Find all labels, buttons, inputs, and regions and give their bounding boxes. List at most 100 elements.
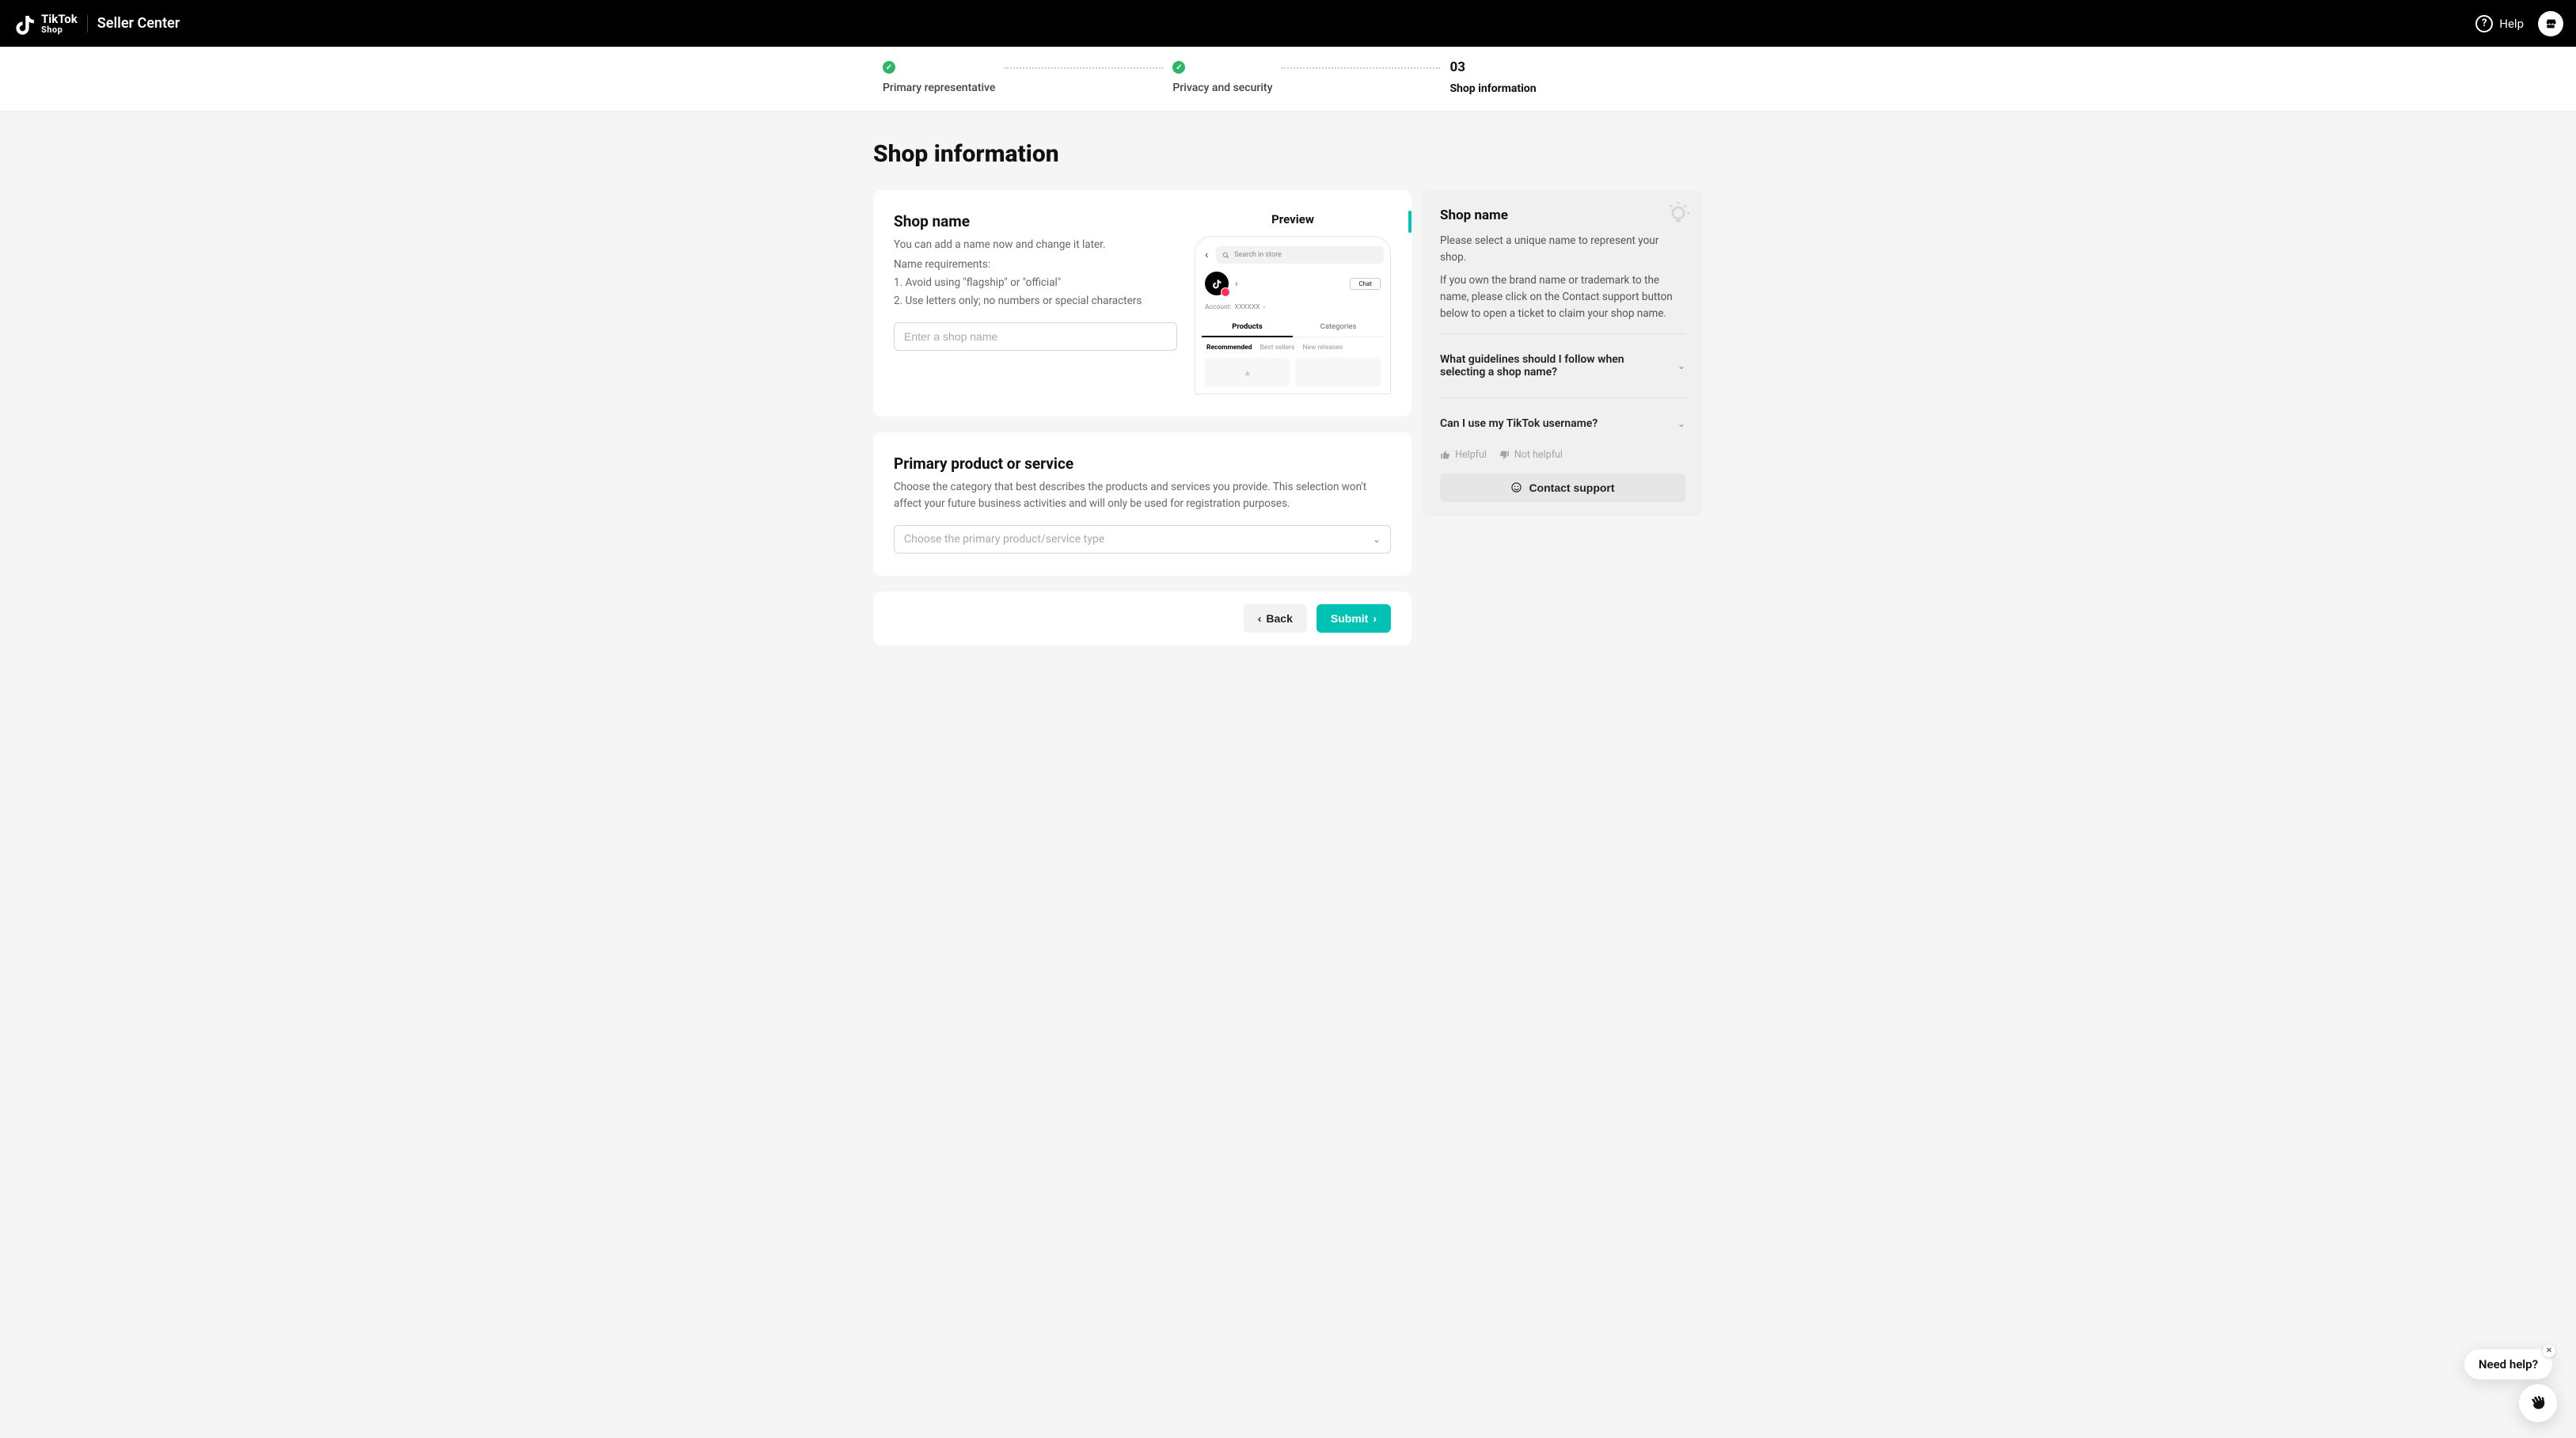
helpful-label: Helpful <box>1455 449 1487 461</box>
preview-accent <box>1408 211 1411 233</box>
help-fab-button[interactable] <box>2519 1384 2557 1422</box>
chevron-right-icon: › <box>1235 279 1237 289</box>
phone-search-box: Search in store <box>1216 246 1384 264</box>
logo-top: TikTok <box>41 13 78 25</box>
primary-product-select[interactable]: Choose the primary product/service type … <box>894 525 1391 554</box>
header-left: TikTok Shop Seller Center <box>13 12 180 36</box>
search-icon <box>1222 252 1229 259</box>
submit-button[interactable]: Submit › <box>1316 604 1391 633</box>
help-bubble-text: Need help? <box>2479 1357 2538 1371</box>
thumbs-down-icon <box>1499 450 1510 460</box>
faq-guidelines[interactable]: What guidelines should I follow when sel… <box>1440 345 1685 386</box>
shop-name-req1: 1. Avoid using "flagship" or "official" <box>894 275 1179 291</box>
chevron-right-icon: › <box>1263 303 1266 311</box>
faq-question: What guidelines should I follow when sel… <box>1440 353 1668 379</box>
select-placeholder: Choose the primary product/service type <box>904 533 1104 546</box>
primary-product-desc: Choose the category that best describes … <box>894 479 1391 512</box>
primary-product-title: Primary product or service <box>894 455 1391 473</box>
faq-username[interactable]: Can I use my TikTok username? ⌄ <box>1440 409 1685 438</box>
logo-text: TikTok Shop <box>41 13 78 34</box>
check-icon: ✓ <box>883 61 895 74</box>
help-side-panel: Shop name Please select a unique name to… <box>1423 190 1703 516</box>
storefront-icon <box>2544 17 2557 30</box>
phone-product-placeholder <box>1295 358 1381 386</box>
preview-title: Preview <box>1195 212 1391 226</box>
shop-badge-icon <box>1221 287 1230 297</box>
step-2: ✓ Privacy and security <box>1172 61 1272 94</box>
close-icon[interactable]: ✕ <box>2543 1345 2555 1357</box>
phone-preview: ‹ Search in store › <box>1195 236 1391 394</box>
not-helpful-button[interactable]: Not helpful <box>1499 449 1563 461</box>
header-right: ? Help <box>2475 11 2563 36</box>
shop-name-title: Shop name <box>894 212 1179 230</box>
back-button[interactable]: ‹ Back <box>1244 604 1307 633</box>
phone-back-icon: ‹ <box>1202 249 1211 261</box>
contact-support-label: Contact support <box>1529 481 1614 494</box>
headset-icon <box>1510 481 1522 493</box>
phone-account: Account: XXXXXX › <box>1202 303 1384 318</box>
primary-product-card: Primary product or service Choose the ca… <box>873 432 1411 576</box>
help-link[interactable]: ? Help <box>2475 15 2524 32</box>
footer-actions: ‹ Back Submit › <box>873 592 1411 645</box>
divider <box>87 15 88 32</box>
phone-avatar <box>1205 272 1229 295</box>
progress-steps: ✓ Primary representative ✓ Privacy and s… <box>0 47 2576 112</box>
phone-tab-categories: Categories <box>1293 318 1384 337</box>
side-panel-p1: Please select a unique name to represent… <box>1440 233 1685 266</box>
chevron-right-icon: › <box>1373 612 1377 625</box>
divider <box>1440 333 1685 334</box>
step-connector <box>1282 67 1440 69</box>
shop-name-input[interactable] <box>894 322 1177 351</box>
logo-bot: Shop <box>41 25 78 34</box>
shop-avatar-button[interactable] <box>2538 11 2563 36</box>
phone-product-placeholder: ▲ <box>1205 358 1290 386</box>
step-1-label: Primary representative <box>883 82 995 94</box>
step-3: 03 Shop information <box>1449 61 1536 95</box>
chevron-left-icon: ‹ <box>1258 612 1262 625</box>
step-connector <box>1005 67 1163 69</box>
side-panel-title: Shop name <box>1440 207 1685 223</box>
step-1: ✓ Primary representative <box>883 61 995 94</box>
phone-subtab-recommended: Recommended <box>1206 344 1252 352</box>
chevron-down-icon: ⌄ <box>1677 360 1685 371</box>
check-icon: ✓ <box>1172 61 1185 74</box>
shop-name-desc: You can add a name now and change it lat… <box>894 237 1179 253</box>
phone-chat-button: Chat <box>1350 278 1381 290</box>
tiktok-icon <box>13 12 36 36</box>
phone-subtab-bestsellers: Best sellers <box>1260 344 1295 352</box>
help-bubble[interactable]: Need help? ✕ <box>2464 1349 2552 1379</box>
shop-name-req-header: Name requirements: <box>894 257 1179 273</box>
tiktok-icon <box>1211 278 1222 289</box>
phone-subtab-newreleases: New releases <box>1302 344 1343 352</box>
phone-account-value: XXXXXX <box>1235 303 1260 311</box>
shop-name-card: Shop name You can add a name now and cha… <box>873 190 1411 417</box>
step-3-label: Shop information <box>1449 82 1536 95</box>
chevron-down-icon: ⌄ <box>1373 534 1381 545</box>
thumbs-up-icon <box>1440 450 1450 460</box>
back-label: Back <box>1266 612 1292 625</box>
faq-question: Can I use my TikTok username? <box>1440 417 1598 430</box>
chevron-down-icon: ⌄ <box>1677 418 1685 429</box>
contact-support-button[interactable]: Contact support <box>1440 474 1685 502</box>
preview-area: Preview ‹ Search in store <box>1195 212 1391 394</box>
phone-account-label: Account: <box>1205 303 1232 311</box>
wave-hand-icon <box>2529 1394 2547 1412</box>
lightbulb-icon <box>1665 200 1692 226</box>
feedback-row: Helpful Not helpful <box>1440 449 1685 461</box>
helpful-button[interactable]: Helpful <box>1440 449 1487 461</box>
side-panel-p2: If you own the brand name or trademark t… <box>1440 272 1685 322</box>
phone-search-placeholder: Search in store <box>1234 251 1282 259</box>
shop-name-req2: 2. Use letters only; no numbers or speci… <box>894 293 1179 310</box>
step-2-label: Privacy and security <box>1172 82 1272 94</box>
app-header: TikTok Shop Seller Center ? Help <box>0 0 2576 47</box>
not-helpful-label: Not helpful <box>1514 449 1563 461</box>
submit-label: Submit <box>1331 612 1368 625</box>
page-title: Shop information <box>873 140 1703 168</box>
phone-tab-products: Products <box>1202 318 1293 337</box>
header-title: Seller Center <box>97 15 180 32</box>
tiktok-shop-logo[interactable]: TikTok Shop <box>13 12 78 36</box>
help-label: Help <box>2499 17 2524 31</box>
page-content: Shop information Shop name You can add a… <box>873 112 1703 661</box>
step-3-number: 03 <box>1449 61 1536 74</box>
help-icon: ? <box>2475 15 2493 32</box>
